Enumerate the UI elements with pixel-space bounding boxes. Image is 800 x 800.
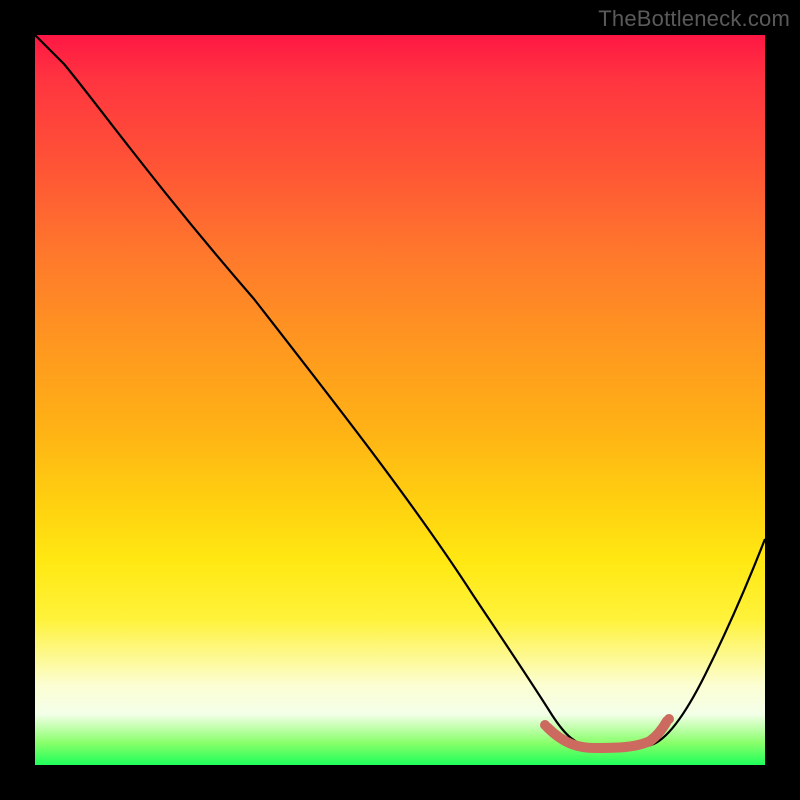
chart-frame: TheBottleneck.com [0, 0, 800, 800]
trough-highlight [547, 721, 667, 748]
trough-dot-right [664, 714, 674, 724]
watermark-text: TheBottleneck.com [598, 6, 790, 32]
curve-layer [35, 35, 765, 765]
trough-dot-left [540, 720, 550, 730]
plot-area [35, 35, 765, 765]
bottleneck-curve-line [35, 35, 765, 748]
